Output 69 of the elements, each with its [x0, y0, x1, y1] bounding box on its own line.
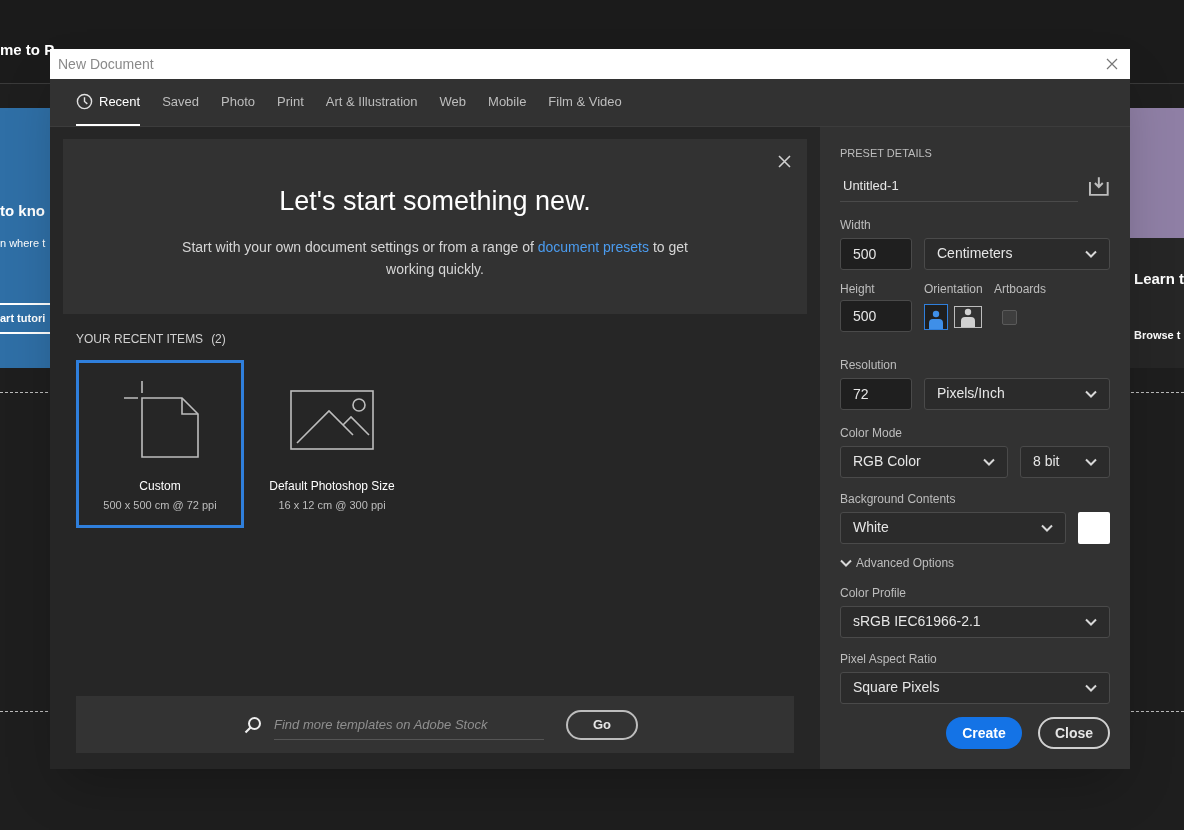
close-button[interactable]: Close [1038, 717, 1110, 749]
window-title: New Document [58, 54, 154, 74]
field-label: Orientation [924, 280, 984, 298]
field-label: Background Contents [840, 491, 956, 506]
tab[interactable]: Web [439, 79, 467, 126]
person-icon [927, 308, 945, 329]
field-label: Color Mode [840, 425, 903, 440]
landscape-button[interactable] [954, 305, 982, 328]
field-label: Color Profile [840, 585, 907, 600]
welcome-text: Start with your own document settings or from a range of document presets to get working quickly. [181, 237, 689, 279]
close-icon[interactable] [1106, 58, 1118, 70]
chevron-icon [1085, 457, 1097, 466]
field-label: Pixel Aspect Ratio [840, 651, 937, 666]
presets-link[interactable]: document presets [537, 238, 649, 255]
tab[interactable]: Mobile [488, 79, 527, 126]
number-field[interactable]: 500 [840, 299, 912, 332]
search-icon [244, 715, 262, 734]
card-link[interactable]: Browse t [1134, 326, 1184, 343]
section-heading: YOUR RECENT ITEMS [76, 331, 204, 348]
item-size: 500 x 500 cm @ 72 ppi [103, 498, 217, 513]
tab[interactable]: Photo [221, 79, 256, 126]
chevron-icon [1085, 389, 1097, 398]
item-name: Custom [139, 478, 181, 495]
image-icon [290, 390, 374, 452]
chevron-icon [983, 457, 995, 466]
number-field[interactable]: 72 [840, 377, 912, 410]
create-button[interactable]: Create [946, 717, 1022, 749]
clock-icon [76, 93, 93, 110]
preset-name-field[interactable]: Untitled-1 [840, 169, 1079, 202]
portrait-button[interactable] [924, 303, 948, 330]
chevron-icon [840, 558, 852, 567]
field-label: Width [840, 217, 871, 232]
item-name: Default Photoshop Size [269, 478, 395, 495]
tab[interactable]: Film & Video [548, 79, 622, 126]
recent-item[interactable]: Custom 500 x 500 cm @ 72 ppi [76, 360, 244, 528]
search-field[interactable]: Find more templates on Adobe Stock [274, 709, 544, 740]
field-label: Resolution [840, 357, 897, 372]
panel-heading: PRESET DETAILS [840, 146, 933, 161]
recent-item[interactable]: Default Photoshop Size 16 x 12 cm @ 300 ppi [248, 360, 416, 528]
field-label: Height [840, 280, 876, 298]
card-title: to kno [0, 201, 46, 221]
field-label: Artboards [994, 280, 1047, 298]
chevron-icon [1085, 683, 1097, 692]
dropdown[interactable]: Centimeters [924, 237, 1110, 270]
card-text: n where t [0, 235, 47, 251]
item-size: 16 x 12 cm @ 300 ppi [278, 498, 386, 513]
dropdown[interactable]: Square Pixels [840, 671, 1110, 704]
tab[interactable]: Recent [76, 79, 141, 126]
chevron-icon [1041, 523, 1053, 532]
dropdown[interactable]: 8 bit [1020, 445, 1110, 478]
item-count: (2) [211, 331, 226, 348]
tab[interactable]: Print [277, 79, 304, 126]
color-swatch[interactable] [1078, 511, 1110, 544]
chevron-icon [1085, 617, 1097, 626]
advanced-options-toggle[interactable]: Advanced Options [840, 553, 1110, 572]
tab[interactable]: Saved [162, 79, 200, 126]
dropdown[interactable]: sRGB IEC61966-2.1 [840, 605, 1110, 638]
chevron-icon [1085, 249, 1097, 258]
card-title: Learn t [1134, 269, 1184, 289]
welcome-title: Let's start something new. [279, 185, 591, 218]
dropdown[interactable]: White [840, 511, 1066, 544]
save-preset-icon[interactable] [1088, 175, 1110, 196]
person-icon [959, 306, 977, 327]
number-field[interactable]: 500 [840, 237, 912, 270]
dropdown[interactable]: RGB Color [840, 445, 1008, 478]
dropdown[interactable]: Pixels/Inch [924, 377, 1110, 410]
tab[interactable]: Art & Illustration [325, 79, 418, 126]
artboards-checkbox[interactable] [1002, 309, 1017, 325]
go-button[interactable]: Go [566, 709, 638, 740]
